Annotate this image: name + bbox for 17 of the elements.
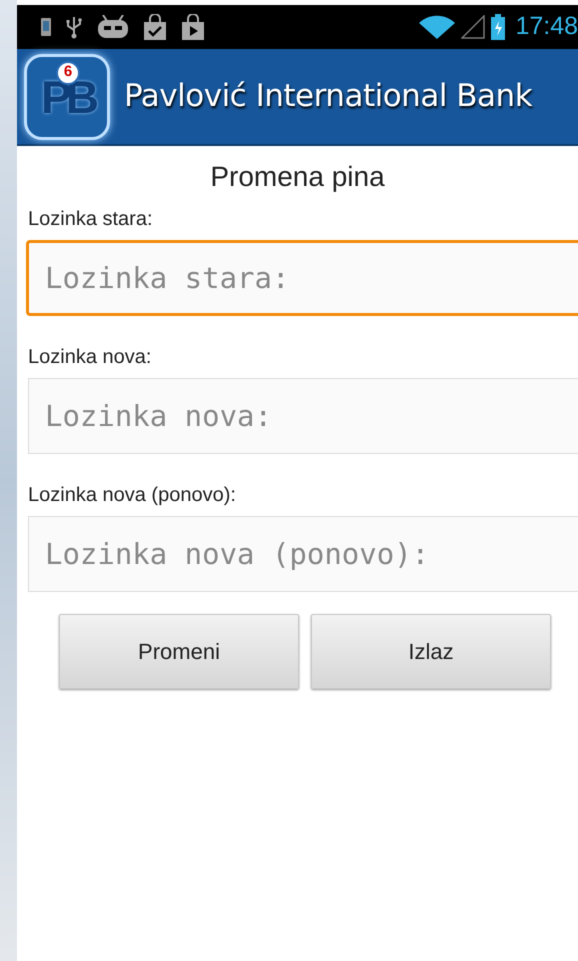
bank-name: Pavlović International Bank — [124, 77, 532, 116]
status-time: 17:48 — [515, 11, 578, 42]
action-button[interactable]: Promeni — [59, 614, 299, 689]
signal-icon — [461, 15, 486, 39]
robot-face-icon — [97, 15, 129, 39]
usb-icon — [65, 15, 83, 39]
action-button[interactable]: Izlaz — [311, 614, 551, 689]
screen-title: Promena pina — [209, 160, 386, 194]
phone-icon — [41, 18, 51, 36]
check-bag-icon — [143, 14, 167, 40]
field-label: Lozinka stara: — [28, 207, 154, 232]
field-label: Lozinka nova (ponovo): — [28, 483, 237, 508]
battery-charging-icon — [491, 14, 506, 40]
play-bag-icon — [181, 14, 205, 40]
field-label: Lozinka nova: — [28, 345, 152, 370]
wifi-icon — [419, 15, 456, 39]
password-field[interactable]: Lozinka stara: — [26, 240, 578, 316]
